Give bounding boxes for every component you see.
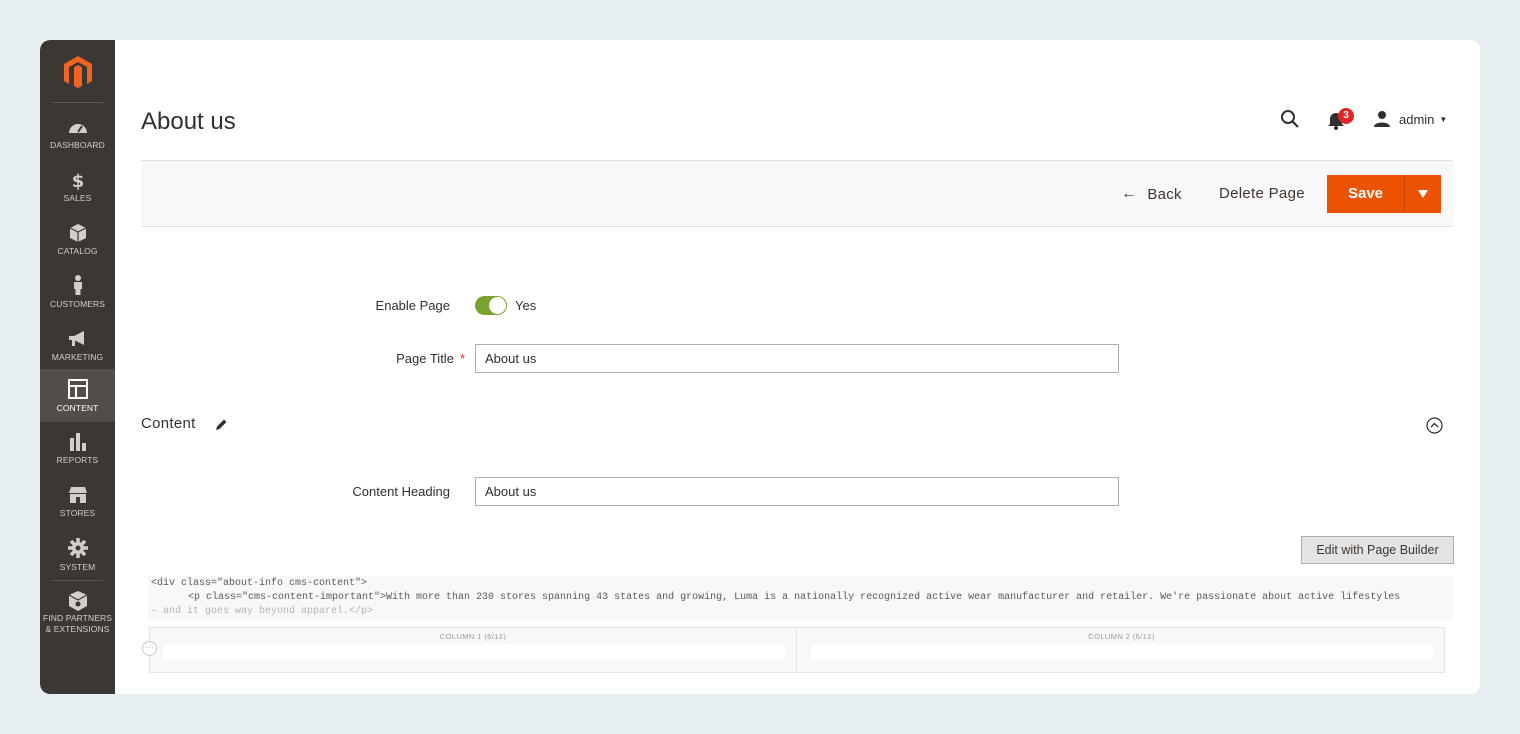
back-button[interactable]: ← Back [1121,183,1182,205]
layout-icon [67,379,88,399]
toggle-knob [489,297,506,314]
bar-chart-icon [69,433,86,451]
enable-page-toggle[interactable] [475,296,507,315]
save-options-toggle[interactable] [1405,175,1441,213]
caret-down-icon [1418,190,1428,198]
column-label: COLUMN 1 (6/12) [439,632,507,641]
page-title-label-text: Page Title [396,351,454,366]
content-heading-input[interactable] [475,477,1119,506]
cube-icon [69,224,86,242]
sidebar-item-marketing[interactable]: MARKETING [40,320,115,373]
required-asterisk: * [459,351,465,366]
user-name: admin [1399,111,1435,127]
sidebar-item-label: DASHBOARD [50,140,105,150]
page-actions-bar: ← Back Delete Page Save [141,160,1453,227]
admin-window: DASHBOARD $ SALES CATALOG CUSTOMERS MARK… [40,40,1480,694]
svg-text:$: $ [71,171,84,190]
notifications-badge[interactable]: 3 [1338,108,1354,124]
dollar-icon: $ [71,171,84,190]
column-dropzone[interactable] [163,644,785,661]
sidebar-item-label: SALES [63,193,92,203]
content-heading-label: Content Heading [352,484,450,499]
enable-page-value: Yes [515,298,537,313]
box-icon [68,591,87,611]
enable-page-label: Enable Page [375,298,450,313]
admin-sidebar: DASHBOARD $ SALES CATALOG CUSTOMERS MARK… [40,40,115,694]
magento-logo-icon[interactable] [60,54,96,90]
dashboard-gauge-icon [68,124,87,133]
sidebar-item-label-line2: & EXTENSIONS [45,624,110,634]
sidebar-item-label: CUSTOMERS [49,299,106,309]
gear-icon [67,538,88,558]
sidebar-item-system[interactable]: SYSTEM [40,532,115,585]
code-line: <div class="about-info cms-content"> [151,578,368,589]
sidebar-divider [52,102,103,103]
sidebar-item-label: STORES [59,508,96,518]
chevron-down-icon: ▼ [1439,114,1448,124]
column-label: COLUMN 2 (6/12) [1088,632,1155,641]
page-title: About us [141,108,236,135]
page-builder-row: COLUMN 1 (6/12) COLUMN 2 (6/12) [149,627,1445,673]
user-menu[interactable]: admin ▼ [1373,109,1447,129]
sidebar-item-reports[interactable]: REPORTS [40,426,115,479]
user-icon [1374,111,1390,127]
page-title-label: Page Title * [310,351,465,366]
page-builder-column[interactable]: COLUMN 2 (6/12) [798,628,1445,672]
page-builder-column[interactable]: COLUMN 1 (6/12) [150,628,797,672]
sidebar-item-label: CATALOG [57,246,98,256]
sidebar-item-sales[interactable]: $ SALES [40,161,115,214]
sidebar-item-find-partners[interactable]: FIND PARTNERS & EXTENSIONS [40,586,115,644]
drag-handle-icon[interactable]: ··· [142,641,157,656]
storefront-icon [68,487,87,503]
sidebar-item-catalog[interactable]: CATALOG [40,214,115,267]
megaphone-icon [68,331,84,346]
sidebar-divider [52,580,103,581]
save-button[interactable]: Save [1327,175,1405,213]
sidebar-item-stores[interactable]: STORES [40,479,115,532]
arrow-left-icon: ← [1121,185,1138,202]
pencil-icon[interactable] [214,418,228,432]
sidebar-item-label: CONTENT [56,403,99,413]
column-dropzone[interactable] [811,644,1433,661]
code-line: – and it goes way beyond apparel.</p> [151,606,374,617]
page-title-input[interactable] [475,344,1119,373]
sidebar-item-label: REPORTS [56,455,99,465]
sidebar-item-content[interactable]: CONTENT [40,369,115,422]
sidebar-item-customers[interactable]: CUSTOMERS [40,267,115,320]
sidebar-item-label: MARKETING [51,352,104,362]
edit-with-page-builder-button[interactable]: Edit with Page Builder [1301,536,1454,564]
content-section-title[interactable]: Content [141,415,196,432]
delete-page-button[interactable]: Delete Page [1219,183,1305,205]
collapse-chevron-icon[interactable] [1426,417,1443,434]
code-line: <p class="cms-content-important">With mo… [188,592,1401,603]
search-icon[interactable] [1280,109,1300,129]
person-icon [73,275,82,295]
html-code-preview[interactable]: <div class="about-info cms-content"> <p c… [148,576,1453,620]
sidebar-item-dashboard[interactable]: DASHBOARD [40,108,115,161]
sidebar-item-label: SYSTEM [59,562,96,572]
sidebar-item-label-line1: FIND PARTNERS [43,613,112,623]
back-button-label: Back [1147,185,1182,203]
